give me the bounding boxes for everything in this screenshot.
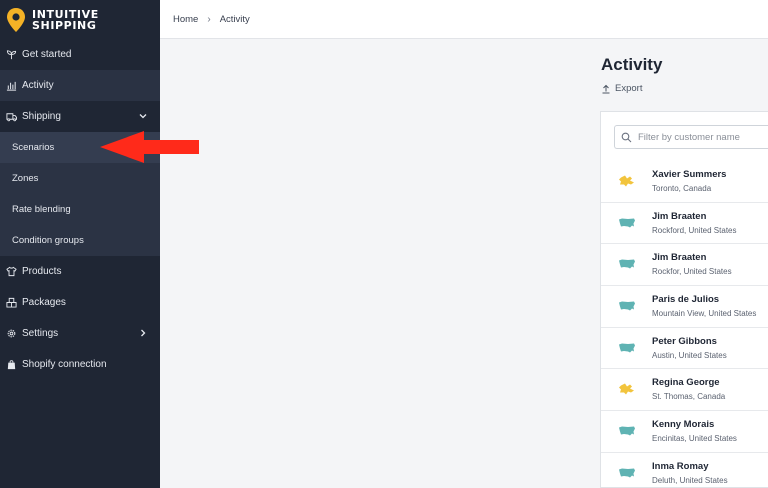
- usa-map-icon: [619, 259, 635, 269]
- sidebar-item-label: Settings: [22, 328, 59, 339]
- search-field[interactable]: [614, 125, 768, 149]
- sidebar-subitem-condition-groups[interactable]: Condition groups: [0, 225, 160, 256]
- sidebar-item-packages[interactable]: Packages: [0, 287, 160, 318]
- export-label: Export: [615, 83, 643, 94]
- usa-map-icon: [619, 301, 635, 311]
- export-button[interactable]: Export: [601, 83, 642, 94]
- sidebar-item-label: Get started: [22, 49, 72, 60]
- page-title: Activity: [601, 55, 663, 74]
- gear-icon: [7, 329, 16, 338]
- customer-name: Regina George: [652, 377, 720, 389]
- truck-icon: [6, 113, 17, 122]
- sidebar-subitem-zones[interactable]: Zones: [0, 163, 160, 194]
- location-pin-icon: [7, 7, 25, 32]
- upload-icon: [602, 84, 610, 93]
- sidebar-item-label: Packages: [22, 297, 66, 308]
- breadcrumb-current: Activity: [219, 13, 250, 25]
- sidebar-item-label: Products: [22, 266, 62, 277]
- customer-name: Paris de Julios: [652, 294, 720, 306]
- activity-panel: Xavier Summers Toronto, Canada Jim Braaten…: [600, 111, 768, 488]
- customer-location: Rockford, United States: [652, 225, 737, 235]
- customer-list: Xavier Summers Toronto, Canada Jim Braaten…: [601, 161, 768, 488]
- breadcrumb-separator-icon: ›: [207, 13, 211, 25]
- sidebar-item-products[interactable]: Products: [0, 256, 160, 287]
- brand-logo[interactable]: INTUITIVE SHIPPING: [0, 0, 160, 39]
- sidebar-subitem-rate-blending[interactable]: Rate blending: [0, 194, 160, 225]
- boxes-icon: [6, 297, 17, 308]
- customer-name: Peter Gibbons: [652, 335, 717, 347]
- sidebar-item-shopify-connection[interactable]: Shopify connection: [0, 349, 160, 380]
- customer-location: Mountain View, United States: [652, 309, 757, 319]
- customer-row[interactable]: Jim Braaten Rockfor, United States: [601, 244, 768, 287]
- customer-location: Encinitas, United States: [652, 434, 737, 444]
- seedling-icon: [6, 50, 17, 60]
- customer-row[interactable]: Jim Braaten Rockford, United States: [601, 203, 768, 245]
- breadcrumb-home[interactable]: Home: [173, 14, 198, 25]
- usa-map-icon: [619, 468, 635, 478]
- annotation-arrow-icon: [100, 131, 199, 163]
- sidebar-item-label: Shopify connection: [22, 359, 107, 370]
- bar-chart-icon: [6, 81, 17, 91]
- customer-location: Rockfor, United States: [652, 267, 732, 277]
- usa-map-icon: [619, 426, 635, 436]
- sidebar-item-get-started[interactable]: Get started: [0, 39, 160, 70]
- chevron-down-icon[interactable]: [138, 111, 148, 121]
- sidebar-item-label: Shipping: [22, 111, 61, 122]
- customer-location: Toronto, Canada: [652, 184, 712, 193]
- customer-location: Austin, United States: [652, 350, 727, 360]
- customer-row[interactable]: Inma Romay Deluth, United States: [601, 453, 768, 488]
- sidebar: INTUITIVE SHIPPING Get started Activity …: [0, 0, 160, 488]
- canada-map-icon: [619, 383, 634, 395]
- breadcrumb: Home › Activity: [160, 0, 768, 39]
- customer-row[interactable]: Paris de Julios Mountain View, United Sta…: [601, 286, 768, 328]
- customer-name: Inma Romay: [652, 460, 709, 472]
- customer-name: Jim Braaten: [652, 252, 707, 264]
- customer-row[interactable]: Regina George St. Thomas, Canada: [601, 369, 768, 412]
- canada-map-icon: [619, 175, 634, 187]
- search-icon: [621, 132, 632, 142]
- shirt-icon: [6, 266, 17, 277]
- customer-location: St. Thomas, Canada: [652, 392, 726, 402]
- customer-name: Xavier Summers: [652, 169, 727, 180]
- brand-name: INTUITIVE SHIPPING: [32, 7, 99, 32]
- search-input[interactable]: [638, 131, 768, 143]
- customer-location: Deluth, United States: [652, 475, 728, 485]
- sidebar-item-activity[interactable]: Activity: [0, 70, 160, 101]
- customer-row[interactable]: Peter Gibbons Austin, United States: [601, 328, 768, 370]
- usa-map-icon: [619, 343, 635, 353]
- sidebar-item-shipping[interactable]: Shipping: [0, 101, 160, 132]
- shopify-bag-icon: [7, 360, 16, 370]
- chevron-right-icon[interactable]: [138, 328, 148, 338]
- customer-name: Jim Braaten: [652, 210, 707, 222]
- usa-map-icon: [619, 218, 635, 228]
- sidebar-item-label: Activity: [22, 80, 54, 91]
- customer-name: Kenny Morais: [652, 419, 715, 431]
- main-content: Activity Export Xavier Summers Toronto, C…: [160, 40, 768, 488]
- customer-row[interactable]: Kenny Morais Encinitas, United States: [601, 411, 768, 453]
- customer-row[interactable]: Xavier Summers Toronto, Canada: [601, 161, 768, 203]
- sidebar-item-settings[interactable]: Settings: [0, 318, 160, 349]
